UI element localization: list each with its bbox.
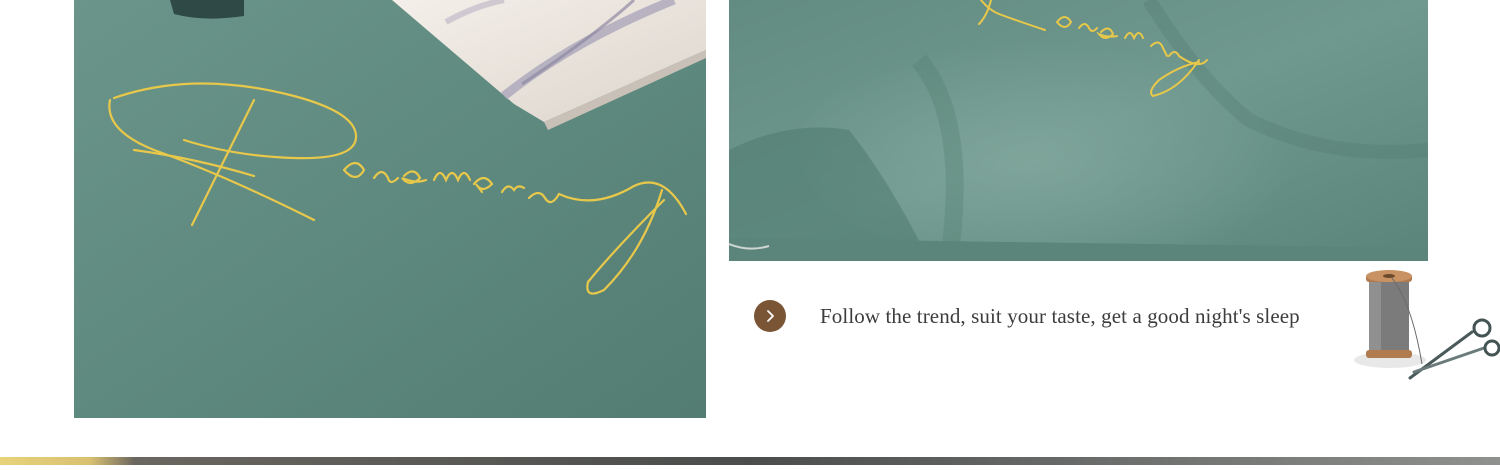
caption-text: Follow the trend, suit your taste, get a… (820, 303, 1300, 328)
next-section-photo-edge (0, 452, 1500, 465)
bedding-photo-right (729, 0, 1428, 261)
bedding-photo-left-image (74, 0, 706, 418)
chevron-right-icon (767, 310, 774, 322)
bedding-photo-right-image (729, 0, 1428, 261)
caption-arrow-button[interactable] (754, 300, 786, 332)
scissors-icon (1408, 318, 1500, 380)
bedding-photo-left (74, 0, 706, 418)
next-section-photo-image (0, 457, 1500, 465)
caption-row: Follow the trend, suit your taste, get a… (754, 298, 1300, 334)
sewing-decoration (1352, 264, 1500, 382)
